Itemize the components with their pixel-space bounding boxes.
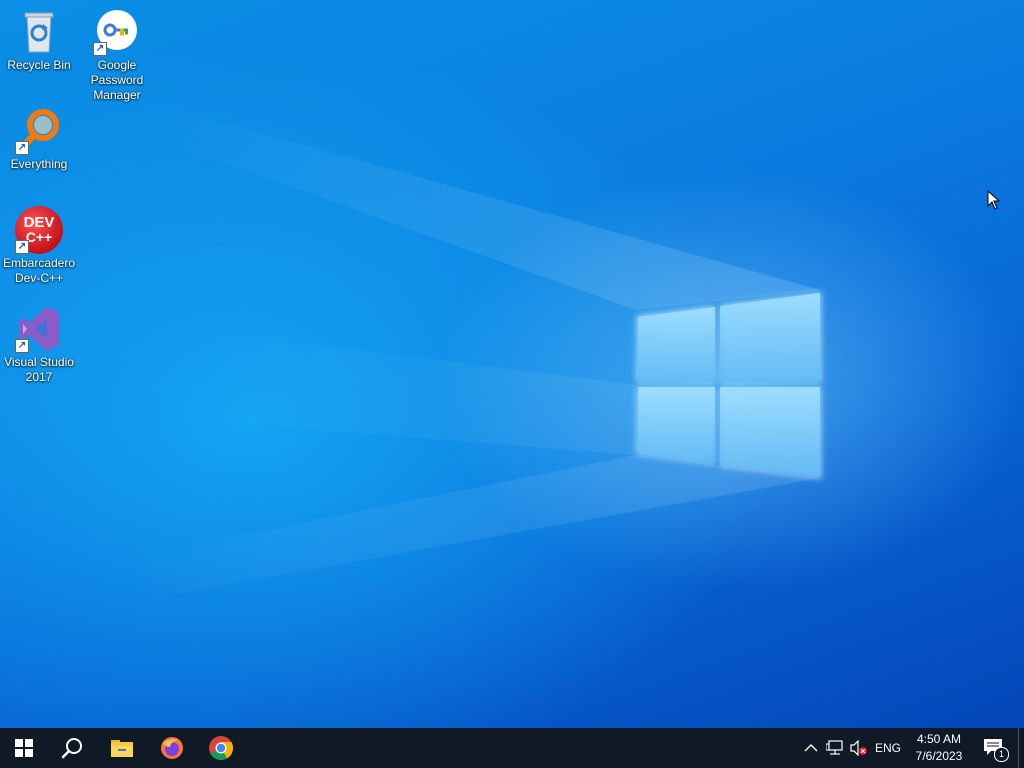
search-button[interactable] [48, 728, 96, 768]
show-desktop-button[interactable] [1018, 728, 1024, 768]
network-icon [826, 740, 843, 755]
dev-cpp-logo-line1: DEV [23, 214, 55, 231]
google-password-manager-icon: ↗ [93, 8, 141, 56]
windows-start-icon [15, 739, 33, 757]
mouse-cursor-icon [987, 190, 1001, 210]
action-center-button[interactable]: 1 [978, 728, 1010, 768]
clock[interactable]: 4:50 AM 7/6/2023 [908, 728, 970, 768]
clock-time: 4:50 AM [916, 732, 962, 746]
desktop-icon-label: Google Password Manager [90, 58, 144, 102]
shortcut-arrow-icon: ↗ [93, 42, 107, 56]
desktop-icon-recycle-bin[interactable]: Recycle Bin [1, 8, 77, 73]
shortcut-arrow-icon: ↗ [15, 339, 29, 353]
search-icon [61, 738, 82, 759]
language-label: ENG [874, 741, 901, 755]
dev-cpp-icon: DEV C++ ↗ [15, 206, 63, 254]
taskbar: ENG 4:50 AM 7/6/2023 1 [0, 728, 1024, 768]
shortcut-arrow-icon: ↗ [15, 240, 29, 254]
desktop-icon-everything[interactable]: ↗ Everything [1, 107, 77, 172]
desktop-icon-visual-studio[interactable]: ↗ Visual Studio 2017 [1, 305, 77, 385]
desktop-icon-dev-cpp[interactable]: DEV C++ ↗ Embarcadero Dev-C++ [1, 206, 77, 286]
notification-count-badge: 1 [994, 747, 1009, 762]
desktop-icon-label: Visual Studio 2017 [4, 355, 74, 384]
language-indicator[interactable]: ENG [872, 728, 904, 768]
desktop-icon-label: Embarcadero Dev-C++ [2, 256, 76, 285]
taskbar-file-explorer[interactable] [98, 728, 146, 768]
visual-studio-icon: ↗ [15, 305, 63, 353]
taskbar-chrome[interactable] [197, 728, 245, 768]
firefox-icon [161, 737, 183, 759]
shortcut-arrow-icon: ↗ [15, 141, 29, 155]
show-hidden-icons-button[interactable] [801, 728, 821, 768]
desktop-icon-label: Recycle Bin [7, 58, 71, 72]
notification-icon: 1 [983, 738, 1009, 762]
chrome-icon [209, 736, 234, 761]
taskbar-firefox[interactable] [148, 728, 196, 768]
wallpaper-light-beams [120, 110, 820, 600]
chevron-up-icon [804, 744, 818, 752]
volume-tray-button[interactable] [848, 728, 870, 768]
volume-muted-icon [850, 740, 867, 756]
desktop-icon-label: Everything [10, 157, 68, 171]
clock-date: 7/6/2023 [915, 749, 963, 763]
everything-search-icon: ↗ [15, 107, 63, 155]
file-explorer-icon [111, 740, 133, 757]
recycle-bin-icon [15, 8, 63, 56]
desktop[interactable]: Recycle Bin ↗ Google Password Manager ↗ [0, 0, 1024, 728]
network-tray-button[interactable] [823, 728, 847, 768]
desktop-icon-google-password-manager[interactable]: ↗ Google Password Manager [79, 8, 155, 103]
start-button[interactable] [0, 728, 48, 768]
